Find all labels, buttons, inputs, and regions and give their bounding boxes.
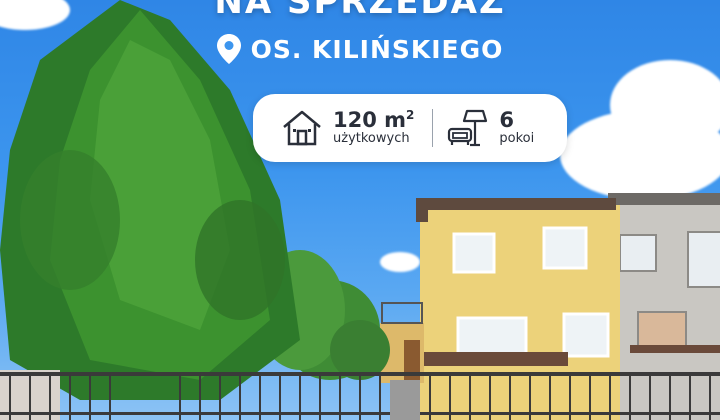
listing-photo: NA SPRZEDAŻ OS. KILIŃSKIEGO 120 m2 użytk… (0, 0, 720, 420)
stat-rooms: 6 pokoi (447, 107, 534, 149)
rooms-unit: pokoi (499, 131, 535, 147)
area-value: 120 m2 (333, 108, 415, 133)
listing-headline: NA SPRZEDAŻ (214, 0, 506, 22)
house-icon (283, 110, 321, 146)
stats-pill: 120 m2 użytkowych 6 pokoi (253, 94, 567, 162)
area-unit: użytkowych (333, 131, 410, 147)
map-pin-icon (216, 34, 241, 64)
location-row: OS. KILIŃSKIEGO (0, 34, 720, 64)
stat-area: 120 m2 użytkowych (281, 107, 414, 149)
divider (432, 109, 434, 147)
sofa-lamp-icon (448, 109, 488, 147)
rooms-value: 6 (499, 108, 515, 133)
location-label: OS. KILIŃSKIEGO (250, 34, 504, 64)
grey-house (608, 193, 720, 420)
